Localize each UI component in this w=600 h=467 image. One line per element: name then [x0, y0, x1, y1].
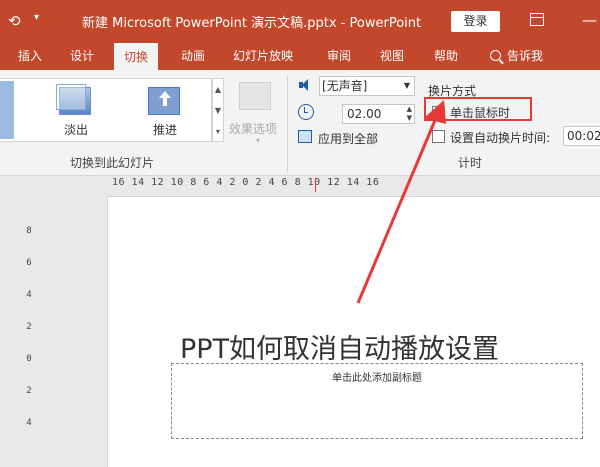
ruler-tick: 4: [26, 290, 32, 300]
clock-icon: [298, 104, 314, 120]
slide-title[interactable]: PPT如何取消自动播放设置: [180, 327, 499, 366]
vertical-ruler: 8 6 4 2 0 2 4: [22, 196, 36, 467]
group-label-timing: 计时: [458, 156, 483, 170]
minimize-button[interactable]: —: [582, 11, 597, 29]
quick-access-icon[interactable]: ⟲: [8, 12, 34, 32]
ribbon: 淡出 推进 ▲ ▼ ▾ 效果选项 ▾ 切换到此幻灯片 [无声音] ▼ 02.00…: [0, 70, 600, 176]
duration-stepper[interactable]: 02.00 ▲ ▼: [342, 104, 415, 124]
group-label-transition: 切换到此幻灯片: [70, 156, 155, 170]
ruler-tick: 8: [26, 226, 32, 236]
transition-gallery: 淡出 推进: [0, 78, 212, 142]
highlight-box: [424, 97, 532, 121]
push-icon: [148, 87, 180, 115]
effect-options-button[interactable]: 效果选项: [229, 120, 277, 137]
gallery-label: 淡出: [63, 123, 88, 137]
subtitle-placeholder[interactable]: 单击此处添加副标题: [171, 363, 583, 439]
chevron-down-icon[interactable]: ▾: [34, 12, 39, 23]
ruler-cursor-mark: [315, 178, 316, 192]
gallery-item-selected[interactable]: [0, 81, 14, 139]
chevron-down-icon: ▾: [256, 136, 261, 145]
ruler-tick: 2: [26, 322, 32, 332]
ruler-tick: 4: [26, 418, 32, 428]
search-icon: [490, 50, 501, 61]
ruler-tick: 2: [26, 386, 32, 396]
login-button[interactable]: 登录: [451, 11, 500, 32]
sound-icon: [298, 78, 314, 92]
auto-advance-label: 设置自动换片时间:: [450, 131, 551, 145]
title-bar: ⟲ ▾ 新建 Microsoft PowerPoint 演示文稿.pptx - …: [0, 0, 600, 42]
gallery-item-push[interactable]: 推进: [134, 81, 196, 139]
more-icon[interactable]: ▾: [213, 121, 223, 142]
window-title: 新建 Microsoft PowerPoint 演示文稿.pptx - Powe…: [82, 16, 422, 31]
tab-transitions[interactable]: 切换: [114, 42, 159, 70]
sound-value: [无声音]: [322, 79, 368, 93]
sound-select[interactable]: [无声音] ▼: [319, 76, 415, 96]
tab-slideshow[interactable]: 幻灯片放映: [233, 42, 293, 70]
tab-insert[interactable]: 插入: [18, 42, 42, 70]
chevron-down-icon: ▼: [403, 81, 410, 90]
tab-view[interactable]: 视图: [380, 42, 404, 70]
gallery-label: 推进: [152, 123, 177, 137]
tab-animations[interactable]: 动画: [181, 42, 205, 70]
scroll-down-icon[interactable]: ▼: [213, 100, 223, 121]
effect-options-icon: [239, 82, 271, 110]
apply-all-icon: [298, 130, 312, 143]
tab-help[interactable]: 帮助: [434, 42, 458, 70]
ruler-tick: 6: [26, 258, 32, 268]
gallery-item-fade[interactable]: 淡出: [45, 81, 107, 139]
duration-value: 02.00: [347, 107, 382, 121]
tab-tell-me[interactable]: 告诉我: [490, 42, 543, 70]
gallery-scroll[interactable]: ▲ ▼ ▾: [212, 78, 224, 142]
auto-advance-checkbox[interactable]: [432, 130, 445, 143]
subtitle-placeholder-text: 单击此处添加副标题: [332, 373, 422, 384]
apply-to-all-button[interactable]: 应用到全部: [318, 130, 378, 147]
tell-me-label: 告诉我: [507, 49, 544, 63]
ribbon-display-icon[interactable]: [530, 13, 544, 26]
spinner-icon[interactable]: ▲ ▼: [407, 105, 412, 123]
tab-review[interactable]: 审阅: [327, 42, 351, 70]
horizontal-ruler: 16 14 12 10 8 6 4 2 0 2 4 6 8 10 12 14 1…: [30, 176, 600, 194]
auto-advance-time-input[interactable]: 00:02: [563, 126, 600, 146]
group-divider: [287, 76, 288, 172]
fade-icon: [56, 84, 91, 115]
ribbon-tabs: 插入 设计 切换 动画 幻灯片放映 审阅 视图 帮助 告诉我: [0, 42, 600, 70]
scroll-up-icon[interactable]: ▲: [213, 79, 223, 100]
tab-design[interactable]: 设计: [70, 42, 94, 70]
ruler-tick: 0: [26, 354, 32, 364]
ruler-ticks: 16 14 12 10 8 6 4 2 0 2 4 6 8 10 12 14 1…: [112, 177, 380, 188]
